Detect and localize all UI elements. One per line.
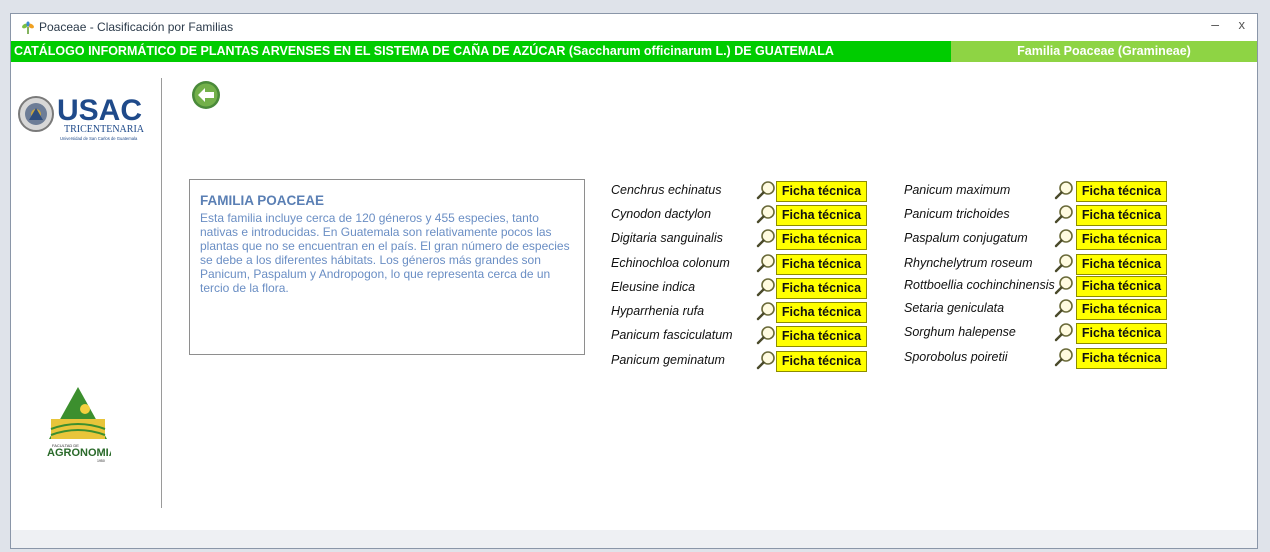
family-heading: FAMILIA POACEAE (200, 193, 325, 208)
usac-logo-text: USAC (57, 94, 142, 127)
ficha-tecnica-button[interactable]: Ficha técnica (776, 229, 867, 250)
family-description: Esta familia incluye cerca de 120 género… (200, 211, 570, 295)
agronomia-logo-year: 1950 (97, 459, 105, 463)
search-icon[interactable] (756, 228, 776, 248)
species-row: Panicum trichoides Ficha técnica (904, 204, 1174, 228)
species-list-right: Panicum maximum Ficha técnica Panicum tric… (904, 180, 1174, 380)
species-name: Echinochloa colonum (611, 256, 730, 270)
species-name: Sorghum halepense (904, 325, 1016, 339)
back-arrow-button[interactable] (191, 80, 221, 110)
search-icon[interactable] (756, 253, 776, 273)
species-row: Panicum geminatum Ficha técnica (611, 350, 881, 374)
species-row: Sorghum halepense Ficha técnica (904, 322, 1174, 346)
search-icon[interactable] (1054, 347, 1074, 367)
ficha-tecnica-button[interactable]: Ficha técnica (1076, 299, 1167, 320)
search-icon[interactable] (756, 204, 776, 224)
species-row: Echinochloa colonum Ficha técnica (611, 253, 881, 277)
ficha-tecnica-button[interactable]: Ficha técnica (776, 326, 867, 347)
species-name: Panicum geminatum (611, 353, 725, 367)
ficha-tecnica-button[interactable]: Ficha técnica (776, 181, 867, 202)
species-row: Rottboellia cochinchinensis Ficha técnica (904, 275, 1174, 299)
species-row: Panicum fasciculatum Ficha técnica (611, 325, 881, 349)
search-icon[interactable] (756, 180, 776, 200)
catalog-header: CATÁLOGO INFORMÁTICO DE PLANTAS ARVENSES… (11, 41, 1257, 62)
main-content: USAC TRICENTENARIA Universidad de San Ca… (11, 62, 1257, 532)
species-row: Setaria geniculata Ficha técnica (904, 298, 1174, 322)
search-icon[interactable] (1054, 253, 1074, 273)
species-name: Panicum trichoides (904, 207, 1010, 221)
search-icon[interactable] (1054, 180, 1074, 200)
catalog-title: CATÁLOGO INFORMÁTICO DE PLANTAS ARVENSES… (14, 44, 834, 58)
species-row: Sporobolus poiretii Ficha técnica (904, 347, 1174, 371)
species-name: Cynodon dactylon (611, 207, 712, 221)
species-row: Hyparrhenia rufa Ficha técnica (611, 301, 881, 325)
ficha-tecnica-button[interactable]: Ficha técnica (1076, 181, 1167, 202)
ficha-tecnica-button[interactable]: Ficha técnica (1076, 205, 1167, 226)
usac-logo-caption: Universidad de San Carlos de Guatemala (60, 136, 138, 141)
species-row: Cenchrus echinatus Ficha técnica (611, 180, 881, 204)
species-name: Cenchrus echinatus (611, 183, 722, 197)
ficha-tecnica-button[interactable]: Ficha técnica (776, 205, 867, 226)
species-row: Paspalum conjugatum Ficha técnica (904, 228, 1174, 252)
minimize-button[interactable]: – (1211, 16, 1219, 32)
ficha-tecnica-button[interactable]: Ficha técnica (776, 278, 867, 299)
species-row: Rhynchelytrum roseum Ficha técnica (904, 253, 1174, 277)
search-icon[interactable] (756, 301, 776, 321)
ficha-tecnica-button[interactable]: Ficha técnica (1076, 254, 1167, 275)
search-icon[interactable] (1054, 275, 1074, 295)
species-name: Panicum maximum (904, 183, 1011, 197)
title-bar: Poaceae - Clasificación por Familias – x (11, 14, 1257, 41)
search-icon[interactable] (1054, 298, 1074, 318)
species-name: Setaria geniculata (904, 301, 1005, 315)
species-name: Rhynchelytrum roseum (904, 256, 1033, 270)
family-title: Familia Poaceae (Gramineae) (951, 41, 1257, 62)
close-button[interactable]: x (1239, 17, 1246, 32)
species-name: Sporobolus poiretii (904, 350, 1008, 364)
app-window: Poaceae - Clasificación por Familias – x… (10, 13, 1258, 549)
species-list-left: Cenchrus echinatus Ficha técnica Cynodon d… (611, 180, 871, 380)
ficha-tecnica-button[interactable]: Ficha técnica (776, 351, 867, 372)
search-icon[interactable] (756, 350, 776, 370)
species-name: Paspalum conjugatum (904, 231, 1028, 245)
species-name: Rottboellia cochinchinensis (904, 278, 1055, 292)
search-icon[interactable] (1054, 228, 1074, 248)
species-row: Eleusine indica Ficha técnica (611, 277, 881, 301)
species-name: Hyparrhenia rufa (611, 304, 705, 318)
sidebar-divider (161, 78, 162, 508)
ficha-tecnica-button[interactable]: Ficha técnica (776, 254, 867, 275)
species-name: Digitaria sanguinalis (611, 231, 723, 245)
ficha-tecnica-button[interactable]: Ficha técnica (1076, 323, 1167, 344)
search-icon[interactable] (1054, 322, 1074, 342)
family-info-box: FAMILIA POACEAE Esta familia incluye cer… (189, 179, 585, 355)
species-row: Cynodon dactylon Ficha técnica (611, 204, 881, 228)
agronomia-logo: FACULTAD DE AGRONOMIA 1950 (47, 387, 111, 463)
status-strip (11, 530, 1257, 548)
search-icon[interactable] (756, 277, 776, 297)
search-icon[interactable] (756, 325, 776, 345)
search-icon[interactable] (1054, 204, 1074, 224)
ficha-tecnica-button[interactable]: Ficha técnica (1076, 229, 1167, 250)
plant-app-icon (22, 21, 34, 34)
usac-logo: USAC TRICENTENARIA Universidad de San Ca… (18, 94, 145, 141)
usac-logo-subtitle: TRICENTENARIA (64, 124, 145, 135)
window-title: Poaceae - Clasificación por Familias (39, 20, 234, 34)
species-name: Eleusine indica (611, 280, 696, 294)
ficha-tecnica-button[interactable]: Ficha técnica (776, 302, 867, 323)
species-row: Panicum maximum Ficha técnica (904, 180, 1174, 204)
ficha-tecnica-button[interactable]: Ficha técnica (1076, 348, 1167, 369)
species-row: Digitaria sanguinalis Ficha técnica (611, 228, 881, 252)
agronomia-logo-text: AGRONOMIA (47, 447, 111, 459)
ficha-tecnica-button[interactable]: Ficha técnica (1076, 276, 1167, 297)
species-name: Panicum fasciculatum (611, 328, 733, 342)
